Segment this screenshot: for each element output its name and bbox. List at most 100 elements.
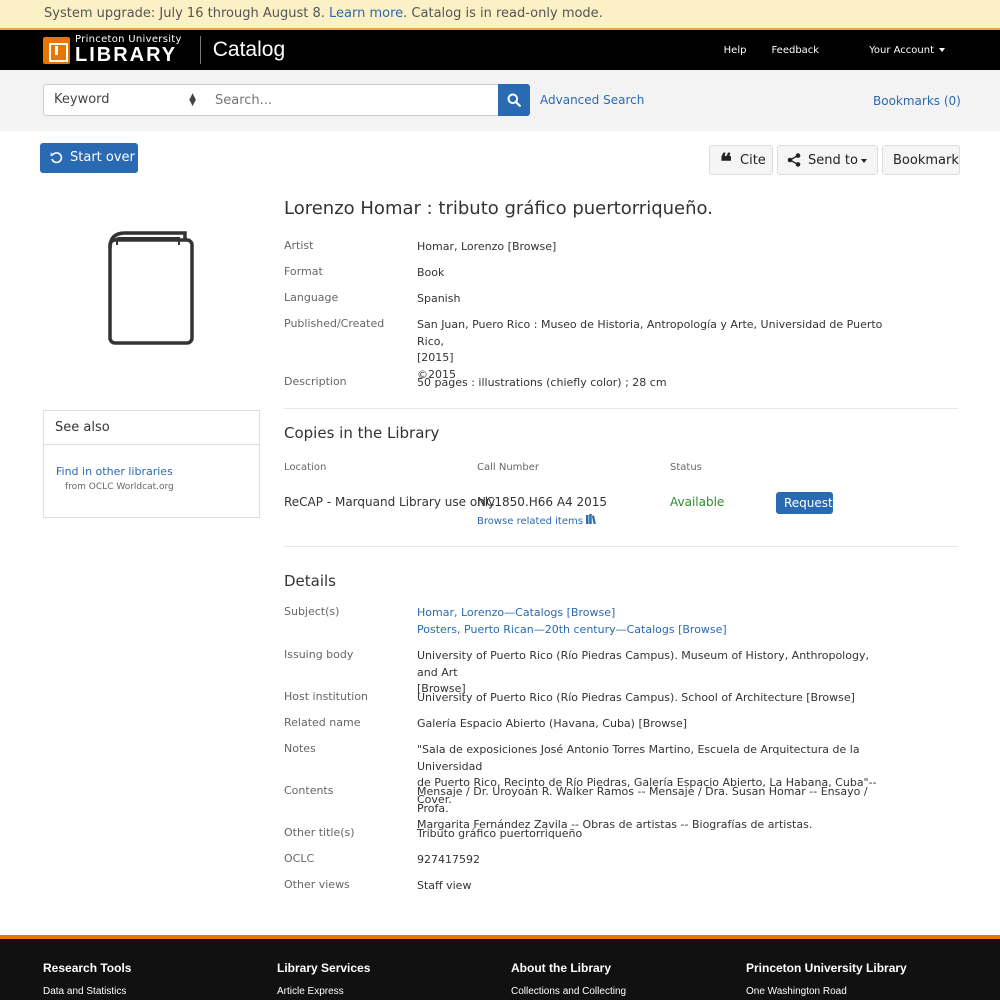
contents-line: Mensaje / Dr. Uroyoán R. Walker Ramos --… (417, 785, 868, 815)
record-title: Lorenzo Homar : tributo gráfico puertorr… (284, 198, 713, 219)
shield-icon (43, 36, 70, 64)
learn-more-link[interactable]: Learn more. (329, 6, 407, 21)
advanced-search-link[interactable]: Advanced Search (540, 93, 644, 107)
subjects-value: Homar, Lorenzo—Catalogs [Browse] Posters… (417, 605, 887, 638)
copy-location: ReCAP - Marquand Library use only (284, 495, 496, 509)
bookmarks-link[interactable]: Bookmarks (0) (873, 94, 961, 108)
your-account-menu[interactable]: Your Account (844, 45, 945, 56)
send-to-label: Send to (808, 153, 858, 168)
copy-status: Available (670, 495, 725, 509)
location-column-header: Location (284, 462, 327, 473)
help-link[interactable]: Help (724, 45, 747, 56)
your-account-label: Your Account (869, 44, 934, 56)
header-divider (199, 36, 201, 64)
related-name-label: Related name (284, 716, 361, 729)
footer-link[interactable]: Collections and Collecting (511, 986, 626, 997)
footer-link[interactable]: Article Express (277, 986, 370, 997)
footer-link[interactable]: Data and Statistics (43, 986, 131, 997)
divider (284, 546, 958, 547)
send-to-button[interactable]: Send to (777, 145, 878, 175)
other-titles-label: Other title(s) (284, 826, 355, 839)
search-bar: Keyword ▲▼ Advanced Search Bookmarks (0) (0, 70, 1000, 131)
worldcat-note: from OCLC Worldcat.org (65, 482, 174, 492)
request-button[interactable]: Request (776, 492, 833, 514)
caret-down-icon (939, 47, 945, 52)
contents-label: Contents (284, 784, 334, 797)
book-icon (108, 231, 194, 345)
search-icon (507, 93, 521, 107)
catalog-title[interactable]: Catalog (213, 38, 285, 62)
host-institution-link[interactable]: University of Puerto Rico (Río Piedras C… (417, 690, 887, 707)
published-line: [2015] (417, 351, 454, 364)
subject-link[interactable]: Homar, Lorenzo—Catalogs [Browse] (417, 606, 615, 619)
feedback-link[interactable]: Feedback (771, 45, 819, 56)
notes-line: "Sala de exposiciones José Antonio Torre… (417, 743, 860, 773)
host-institution-label: Host institution (284, 690, 369, 703)
format-label: Format (284, 265, 323, 278)
alert-text: System upgrade: July 16 through August 8… (44, 6, 325, 21)
format-value: Book (417, 266, 445, 279)
status-column-header: Status (670, 462, 702, 473)
other-views-label: Other views (284, 878, 350, 891)
divider (284, 408, 958, 409)
subjects-label: Subject(s) (284, 605, 340, 618)
caret-down-icon (861, 159, 867, 163)
details-heading: Details (284, 572, 337, 590)
footer-library-services: Library Services Article Express (277, 961, 370, 997)
published-line: San Juan, Puero Rico : Museo de Historia… (417, 318, 883, 348)
alert-tail: Catalog is in read-only mode. (411, 6, 603, 21)
select-arrows-icon: ▲ ▼ (189, 92, 196, 108)
artist-label: Artist (284, 239, 314, 252)
bookmark-label: Bookmark (893, 153, 959, 168)
bookmark-button[interactable]: Bookmark (882, 145, 960, 175)
search-field-select[interactable]: Keyword ▲ ▼ (43, 84, 206, 116)
footer-heading: Princeton University Library (746, 961, 907, 975)
browse-related-link[interactable]: Browse related items (477, 514, 597, 527)
footer-heading: About the Library (511, 961, 612, 975)
related-name-link[interactable]: Galería Espacio Abierto (Havana, Cuba) [… (417, 716, 887, 733)
call-number-column-header: Call Number (477, 462, 540, 473)
start-over-button[interactable]: Start over (40, 143, 138, 173)
description-value: 50 pages : illustrations (chiefly color)… (417, 376, 667, 389)
issuing-body-label: Issuing body (284, 648, 354, 661)
subject-link[interactable]: Posters, Puerto Rican—20th century—Catal… (417, 623, 727, 636)
browse-related-label: Browse related items (477, 516, 583, 527)
other-titles-value: Tributo gráfico puertorriqueño (417, 827, 583, 840)
undo-icon (50, 152, 63, 164)
start-over-label: Start over (70, 150, 135, 165)
notes-label: Notes (284, 742, 316, 755)
cite-label: Cite (740, 153, 766, 168)
footer-about: About the Library Collections and Collec… (511, 961, 626, 997)
search-input[interactable] (205, 84, 499, 116)
oclc-value: 927417592 (417, 853, 480, 866)
footer-pul: Princeton University Library One Washing… (746, 961, 907, 997)
copy-call-number: NC1850.H66 A4 2015 (477, 495, 608, 509)
footer-heading: Library Services (277, 961, 371, 975)
library-logo[interactable]: Princeton University LIBRARY (43, 35, 182, 65)
copies-heading: Copies in the Library (284, 424, 440, 442)
footer-heading: Research Tools (43, 961, 132, 975)
issuing-body-line: University of Puerto Rico (Río Piedras C… (417, 649, 869, 679)
published-value: San Juan, Puero Rico : Museo de Historia… (417, 317, 887, 383)
logo-bottom-text: LIBRARY (75, 44, 178, 66)
artist-link[interactable]: Homar, Lorenzo [Browse] (417, 239, 887, 256)
books-icon (586, 514, 596, 525)
published-label: Published/Created (284, 317, 385, 330)
share-icon (787, 153, 801, 167)
header-nav: Help Feedback Your Account (699, 30, 945, 70)
search-button[interactable] (498, 84, 530, 116)
cite-button[interactable]: ❝ Cite (709, 145, 773, 175)
description-label: Description (284, 375, 347, 388)
see-also-panel: See also Find in other libraries from OC… (43, 410, 260, 518)
site-header: Princeton University LIBRARY Catalog Hel… (0, 30, 1000, 70)
language-value: Spanish (417, 292, 461, 305)
site-footer: Research Tools Data and Statistics Libra… (0, 935, 1000, 1000)
language-label: Language (284, 291, 339, 304)
oclc-label: OCLC (284, 852, 315, 865)
staff-view-link[interactable]: Staff view (417, 878, 887, 895)
see-also-heading: See also (44, 411, 259, 445)
footer-address: One Washington Road (746, 986, 847, 997)
find-other-libraries-link[interactable]: Find in other libraries (56, 465, 173, 478)
search-field-value: Keyword (54, 92, 110, 107)
footer-research-tools: Research Tools Data and Statistics (43, 961, 131, 997)
